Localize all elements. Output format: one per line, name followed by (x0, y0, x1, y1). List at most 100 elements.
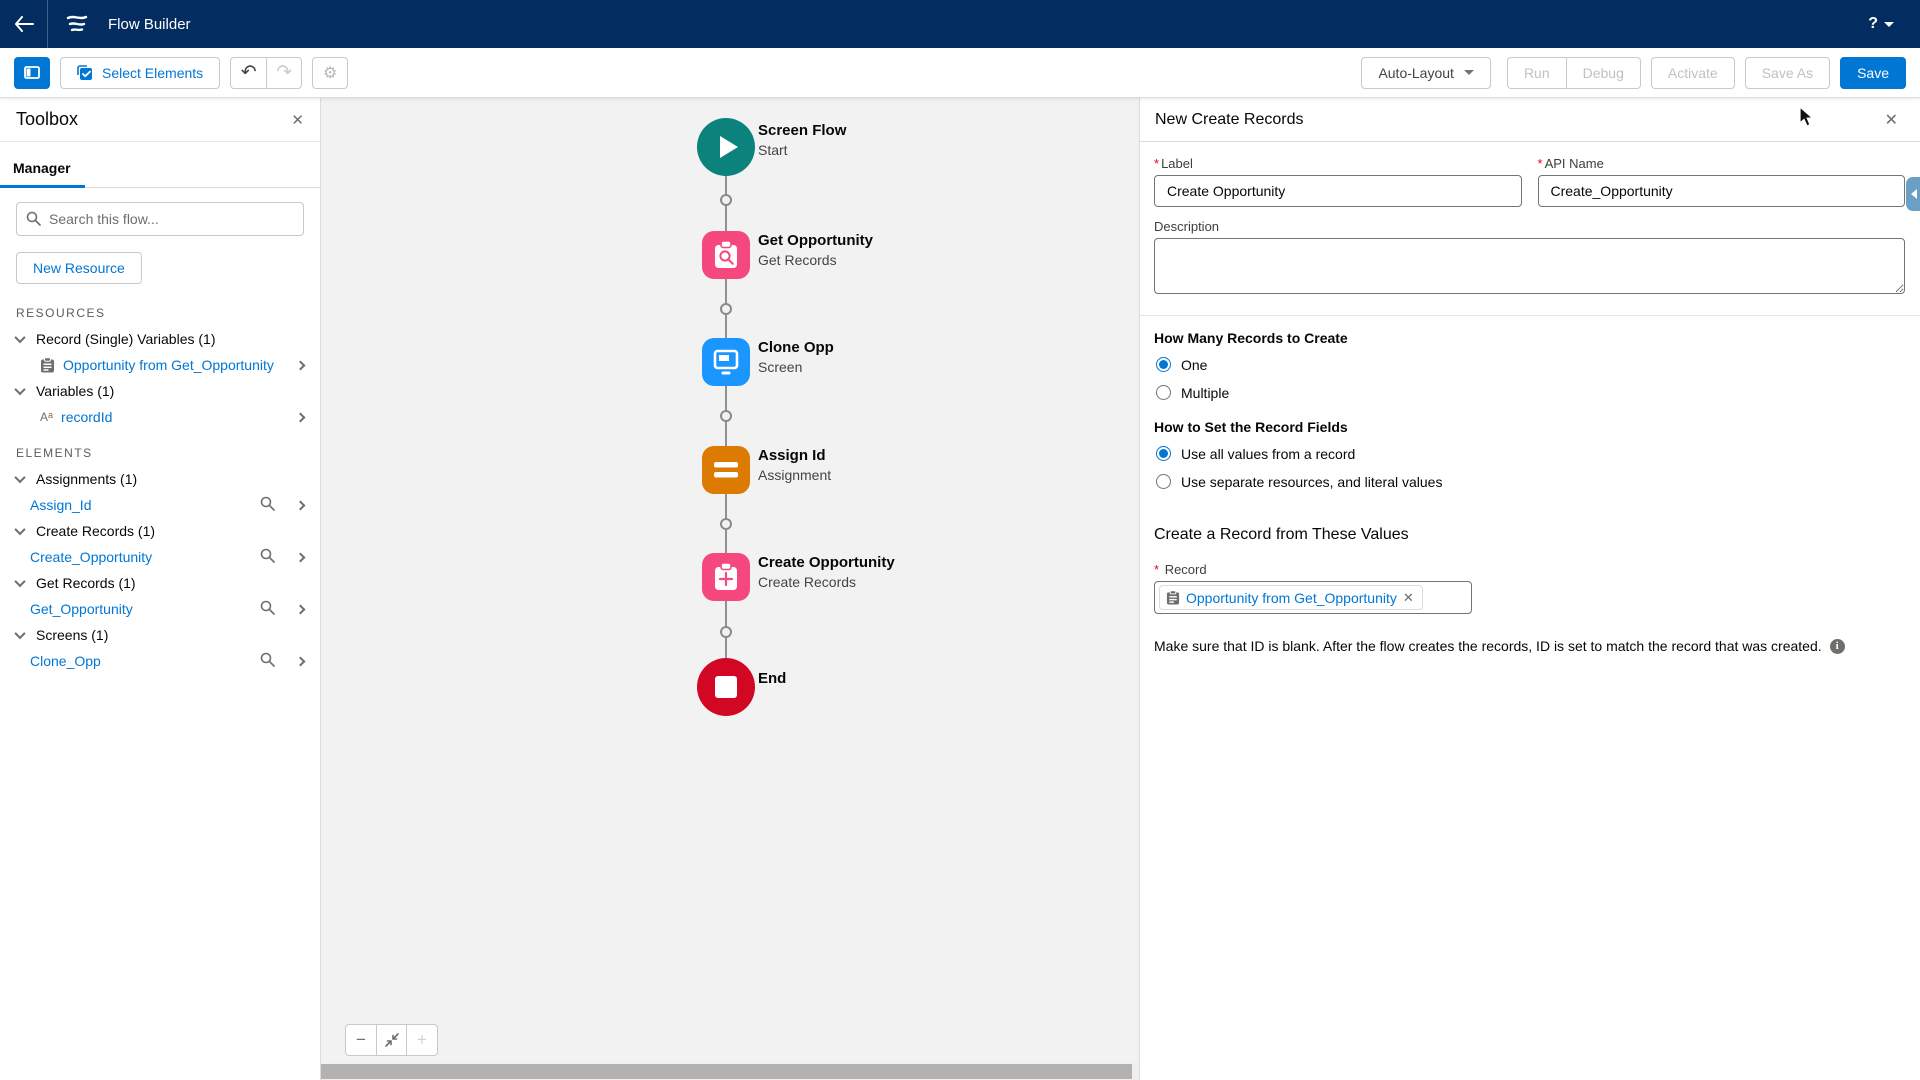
debug-label: Debug (1583, 65, 1624, 81)
element-item-label: Get_Opportunity (30, 601, 133, 617)
radio-option-multiple[interactable]: Multiple (1156, 382, 1905, 403)
description-textarea[interactable] (1154, 238, 1905, 294)
element-item-assign-id[interactable]: Assign_Id (0, 492, 320, 518)
radio-option-use-all-values[interactable]: Use all values from a record (1156, 443, 1905, 464)
horizontal-scrollbar-thumb[interactable] (321, 1064, 1132, 1079)
record-combobox[interactable]: Opportunity from Get_Opportunity ✕ (1154, 581, 1472, 614)
chevron-down-icon (14, 384, 25, 395)
remove-record-icon[interactable]: ✕ (1403, 590, 1414, 606)
record-id-note: Make sure that ID is blank. After the fl… (1154, 638, 1822, 654)
node-title: Get Opportunity (758, 232, 873, 249)
activate-button[interactable]: Activate (1651, 57, 1735, 89)
zoom-in-button[interactable]: + (407, 1024, 438, 1056)
chevron-right-icon[interactable] (296, 360, 306, 370)
find-in-canvas-icon[interactable] (260, 496, 275, 514)
back-button[interactable] (0, 0, 48, 48)
record-variable-icon (1166, 590, 1180, 605)
app-title: Flow Builder (108, 16, 191, 33)
collapse-panel-tab[interactable] (1906, 177, 1920, 211)
tree-group-variables[interactable]: Variables (1) (0, 378, 320, 404)
chevron-right-icon[interactable] (296, 500, 306, 510)
zoom-fit-button[interactable] (376, 1024, 407, 1056)
tab-manager[interactable]: Manager (0, 154, 85, 188)
node-assign-id[interactable] (702, 446, 750, 494)
save-as-button[interactable]: Save As (1745, 57, 1830, 89)
node-title: Screen Flow (758, 122, 846, 139)
element-item-clone-opp[interactable]: Clone_Opp (0, 648, 320, 674)
new-resource-button[interactable]: New Resource (16, 252, 142, 284)
find-in-canvas-icon[interactable] (260, 600, 275, 618)
chevron-right-icon[interactable] (296, 656, 306, 666)
app-header: Flow Builder ? (0, 0, 1920, 48)
node-start[interactable] (697, 118, 755, 176)
connector-midpoint[interactable] (720, 303, 732, 315)
undo-button[interactable]: ↶ (230, 57, 266, 89)
redo-button[interactable]: ↷ (266, 57, 302, 89)
tree-group-screens[interactable]: Screens (1) (0, 622, 320, 648)
chevron-down-icon (14, 576, 25, 587)
node-create-opportunity[interactable] (702, 553, 750, 601)
node-subtitle: Get Records (758, 252, 873, 268)
chevron-down-icon (14, 628, 25, 639)
tree-group-create-records[interactable]: Create Records (1) (0, 518, 320, 544)
connector-midpoint[interactable] (720, 410, 732, 422)
toggle-toolbox-button[interactable] (14, 57, 50, 89)
search-icon (26, 211, 41, 231)
radio-option-one[interactable]: One (1156, 354, 1905, 375)
gear-icon: ⚙ (323, 63, 337, 83)
select-elements-button[interactable]: Select Elements (60, 57, 220, 89)
info-icon[interactable]: i (1830, 639, 1845, 654)
record-pill[interactable]: Opportunity from Get_Opportunity ✕ (1159, 585, 1423, 610)
node-start-label: Screen Flow Start (758, 122, 846, 158)
auto-layout-dropdown[interactable]: Auto-Layout (1361, 57, 1491, 89)
node-create-opportunity-label: Create Opportunity Create Records (758, 554, 895, 590)
connector-midpoint[interactable] (720, 626, 732, 638)
auto-layout-label: Auto-Layout (1378, 65, 1454, 81)
zoom-out-button[interactable]: − (345, 1024, 376, 1056)
node-end[interactable] (697, 658, 755, 716)
element-item-get-opportunity[interactable]: Get_Opportunity (0, 596, 320, 622)
tree-group-record-single-variables[interactable]: Record (Single) Variables (1) (0, 326, 320, 352)
resource-item-label: recordId (61, 409, 112, 425)
sidebar-toggle-icon (24, 66, 40, 79)
save-button[interactable]: Save (1840, 57, 1906, 89)
node-subtitle: Screen (758, 359, 834, 375)
required-asterisk: * (1154, 562, 1159, 577)
resource-item-recordid[interactable]: Aa recordId (0, 404, 320, 430)
panel-close-icon[interactable]: ✕ (1885, 110, 1898, 130)
flow-settings-button[interactable]: ⚙ (312, 57, 348, 89)
create-records-property-panel: New Create Records ✕ *Label *API Name De… (1139, 98, 1920, 1080)
help-menu[interactable]: ? (1868, 15, 1920, 33)
node-subtitle: Assignment (758, 467, 831, 483)
chevron-right-icon[interactable] (296, 412, 306, 422)
connector-midpoint[interactable] (720, 194, 732, 206)
api-name-field-label: API Name (1545, 156, 1604, 171)
node-clone-opp[interactable] (702, 338, 750, 386)
find-in-canvas-icon[interactable] (260, 548, 275, 566)
tree-group-label: Create Records (1) (36, 523, 155, 539)
back-arrow-icon (14, 16, 34, 32)
flow-canvas[interactable]: Screen Flow Start Get Opportunity Get Re… (321, 98, 1139, 1080)
tree-group-get-records[interactable]: Get Records (1) (0, 570, 320, 596)
how-to-set-fields-label: How to Set the Record Fields (1154, 419, 1905, 435)
search-input[interactable] (16, 202, 304, 236)
connector-midpoint[interactable] (720, 518, 732, 530)
find-in-canvas-icon[interactable] (260, 652, 275, 670)
run-button[interactable]: Run (1507, 57, 1566, 89)
chevron-right-icon[interactable] (296, 552, 306, 562)
chevron-right-icon[interactable] (296, 604, 306, 614)
required-asterisk: * (1538, 156, 1543, 171)
api-name-input[interactable] (1538, 175, 1906, 207)
radio-label: Use separate resources, and literal valu… (1181, 474, 1442, 490)
element-item-create-opportunity[interactable]: Create_Opportunity (0, 544, 320, 570)
toolbox-close-icon[interactable]: ✕ (291, 111, 304, 129)
text-variable-icon: Aa (40, 410, 53, 424)
tree-group-assignments[interactable]: Assignments (1) (0, 466, 320, 492)
record-pill-label: Opportunity from Get_Opportunity (1186, 590, 1397, 606)
debug-button[interactable]: Debug (1566, 57, 1641, 89)
toolbox-title: Toolbox (16, 109, 78, 130)
label-input[interactable] (1154, 175, 1522, 207)
resource-item-opportunity-from-get-opportunity[interactable]: Opportunity from Get_Opportunity (0, 352, 320, 378)
radio-option-use-separate-resources[interactable]: Use separate resources, and literal valu… (1156, 471, 1905, 492)
node-get-opportunity[interactable] (702, 231, 750, 279)
